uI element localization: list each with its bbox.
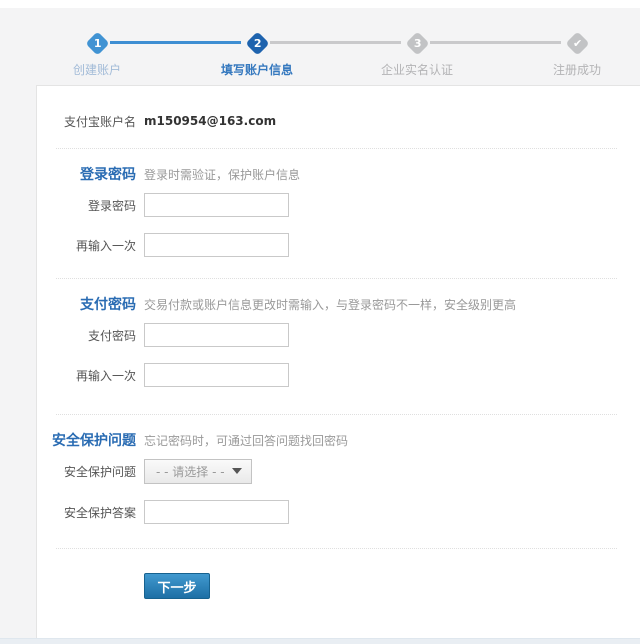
login-password-input[interactable]	[144, 193, 289, 217]
footer-band	[0, 638, 640, 644]
login-password-confirm-input[interactable]	[144, 233, 289, 257]
step-2-number: 2	[253, 38, 261, 49]
security-answer-row: 安全保护答案	[37, 500, 640, 524]
step-4-label: 注册成功	[517, 61, 637, 78]
account-info-form-panel: 支付宝账户名 m150954@163.com 登录密码 登录时需验证，保护账户信…	[36, 85, 640, 644]
security-question-select[interactable]: - - 请选择 - -	[144, 459, 252, 484]
step-fill-account-info: 2 填写账户信息	[197, 27, 317, 78]
login-password-row: 登录密码	[37, 193, 640, 217]
check-icon: ✔	[572, 38, 581, 49]
security-question-row: 安全保护问题 - - 请选择 - -	[37, 458, 640, 484]
login-password-confirm-row: 再输入一次	[37, 233, 640, 257]
login-password-section-header: 登录密码 登录时需验证，保护账户信息	[37, 165, 640, 183]
security-answer-input[interactable]	[144, 500, 289, 524]
security-question-hint: 忘记密码时，可通过回答问题找回密码	[144, 432, 348, 449]
step-create-account: 1 创建账户	[37, 27, 157, 78]
pay-password-confirm-row: 再输入一次	[37, 363, 640, 387]
security-question-section-header: 安全保护问题 忘记密码时，可通过回答问题找回密码	[37, 431, 640, 449]
chevron-down-icon	[232, 468, 242, 474]
step-1-label: 创建账户	[37, 61, 157, 78]
pay-password-confirm-input[interactable]	[144, 363, 289, 387]
login-password-hint: 登录时需验证，保护账户信息	[144, 166, 300, 183]
step-3-diamond: 3	[405, 31, 429, 55]
security-question-label: 安全保护问题	[37, 463, 136, 480]
divider	[56, 548, 617, 549]
login-password-confirm-label: 再输入一次	[37, 237, 136, 254]
pay-password-row: 支付密码	[37, 323, 640, 347]
account-name-row: 支付宝账户名 m150954@163.com	[37, 113, 640, 129]
pay-password-input[interactable]	[144, 323, 289, 347]
button-row: 下一步	[37, 573, 640, 599]
pay-password-section-header: 支付密码 交易付款或账户信息更改时需输入，与登录密码不一样，安全级别更高	[37, 295, 640, 313]
account-name-label: 支付宝账户名	[37, 113, 136, 130]
pay-password-confirm-label: 再输入一次	[37, 367, 136, 384]
step-2-diamond: 2	[245, 31, 269, 55]
divider	[56, 148, 617, 149]
step-1-number: 1	[93, 38, 101, 49]
security-question-selected-value: - - 请选择 - -	[156, 463, 225, 480]
step-3-number: 3	[413, 38, 421, 49]
next-step-button[interactable]: 下一步	[144, 573, 210, 599]
pay-password-title: 支付密码	[37, 294, 136, 314]
step-4-diamond: ✔	[565, 31, 589, 55]
security-question-title: 安全保护问题	[37, 430, 136, 450]
login-password-label: 登录密码	[37, 197, 136, 214]
step-2-label: 填写账户信息	[197, 61, 317, 78]
step-enterprise-verification: 3 企业实名认证	[357, 27, 477, 78]
pay-password-hint: 交易付款或账户信息更改时需输入，与登录密码不一样，安全级别更高	[144, 296, 516, 313]
divider	[56, 414, 617, 415]
login-password-title: 登录密码	[37, 164, 136, 184]
pay-password-label: 支付密码	[37, 327, 136, 344]
divider	[56, 278, 617, 279]
security-answer-label: 安全保护答案	[37, 504, 136, 521]
step-registration-success: ✔ 注册成功	[517, 27, 637, 78]
step-3-label: 企业实名认证	[357, 61, 477, 78]
account-name-value: m150954@163.com	[144, 114, 276, 128]
step-1-diamond: 1	[85, 31, 109, 55]
progress-steps: 1 创建账户 2 填写账户信息 3 企业实名认证 ✔ 注册成功	[0, 0, 640, 85]
